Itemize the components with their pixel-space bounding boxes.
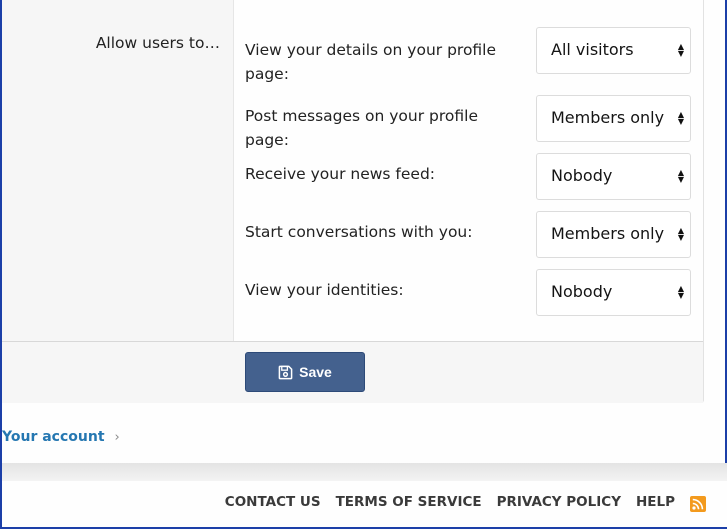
floppy-disk-icon — [278, 365, 293, 380]
select-arrows-icon: ▲ ▼ — [677, 110, 684, 126]
select-conversations[interactable]: Members only ▲ ▼ — [536, 211, 691, 258]
select-arrows-icon: ▲ ▼ — [677, 284, 684, 300]
select-value: Nobody — [551, 166, 613, 185]
select-arrows-icon: ▲ ▼ — [677, 226, 684, 242]
rss-icon[interactable] — [690, 496, 706, 512]
select-news-feed[interactable]: Nobody ▲ ▼ — [536, 153, 691, 200]
pref-label-post-messages: Post messages on your profile page: — [245, 107, 478, 149]
pref-label-identities: View your identities: — [245, 281, 404, 299]
footer-link-help[interactable]: HELP — [636, 494, 675, 510]
select-arrows-icon: ▲ ▼ — [677, 42, 684, 58]
select-value: Members only — [551, 108, 665, 127]
breadcrumb-your-account[interactable]: Your account — [2, 429, 105, 445]
select-arrows-icon: ▲ ▼ — [677, 168, 684, 184]
chevron-right-icon: › — [114, 429, 120, 445]
footer-link-privacy-policy[interactable]: PRIVACY POLICY — [497, 494, 621, 510]
save-button[interactable]: Save — [245, 352, 365, 392]
select-value: Members only — [551, 224, 665, 243]
form-label-column: Allow users to… — [2, 0, 234, 341]
footer-separator — [2, 463, 727, 481]
pref-label-conversations: Start conversations with you: — [245, 223, 473, 241]
save-button-label: Save — [299, 364, 332, 380]
breadcrumb: Your account › — [2, 429, 120, 445]
form-submit-row: Save — [2, 341, 703, 403]
select-identities[interactable]: Nobody ▲ ▼ — [536, 269, 691, 316]
select-view-details[interactable]: All visitors ▲ ▼ — [536, 27, 691, 74]
pref-label-news-feed: Receive your news feed: — [245, 165, 436, 183]
select-value: All visitors — [551, 40, 634, 59]
footer-link-contact-us[interactable]: CONTACT US — [225, 494, 321, 510]
select-value: Nobody — [551, 282, 613, 301]
footer-links: CONTACT US TERMS OF SERVICE PRIVACY POLI… — [225, 494, 675, 510]
allow-users-label: Allow users to… — [95, 34, 220, 52]
privacy-form: Allow users to… View your details on you… — [2, 0, 704, 403]
select-post-messages[interactable]: Members only ▲ ▼ — [536, 95, 691, 142]
pref-label-view-details: View your details on your profile page: — [245, 41, 497, 83]
footer: CONTACT US TERMS OF SERVICE PRIVACY POLI… — [2, 481, 727, 527]
footer-link-terms-of-service[interactable]: TERMS OF SERVICE — [336, 494, 482, 510]
